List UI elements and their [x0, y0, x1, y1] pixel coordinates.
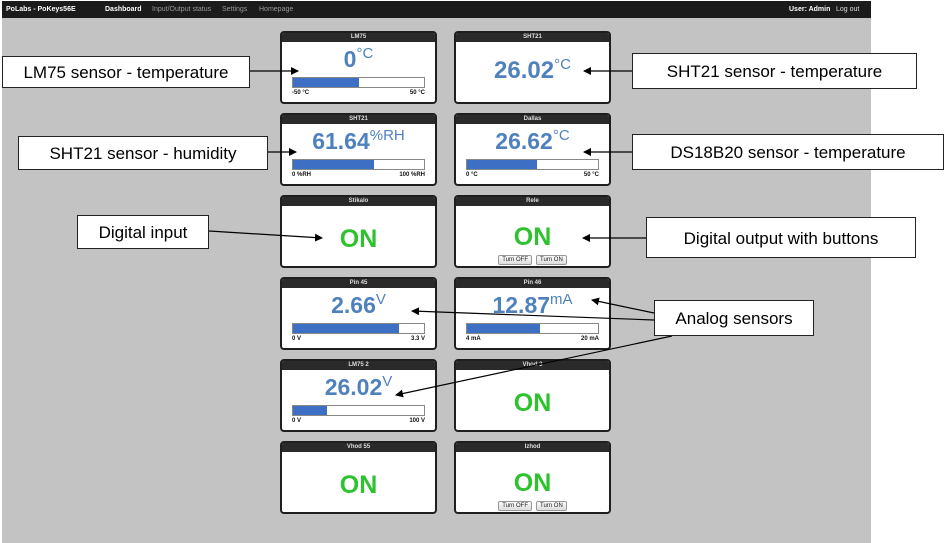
arrow-analog-lm75-2	[395, 335, 673, 398]
arrow-analog-pin46	[591, 297, 655, 314]
callout-sht21-humidity: SHT21 sensor - humidity	[18, 136, 268, 170]
callout-analog-sensors: Analog sensors	[654, 300, 814, 336]
callout-sht21-temperature: SHT21 sensor - temperature	[632, 53, 917, 89]
annotated-screenshot: PoLabs - PoKeys56E Dashboard Input/Outpu…	[0, 0, 951, 543]
callout-lm75: LM75 sensor - temperature	[2, 56, 250, 88]
callout-digital-input: Digital input	[77, 215, 209, 249]
callout-ds18b20: DS18B20 sensor - temperature	[632, 134, 944, 170]
arrow-analog-pin45	[411, 307, 655, 321]
callout-digital-output: Digital output with buttons	[646, 217, 916, 258]
arrow-digital-input	[208, 230, 323, 242]
